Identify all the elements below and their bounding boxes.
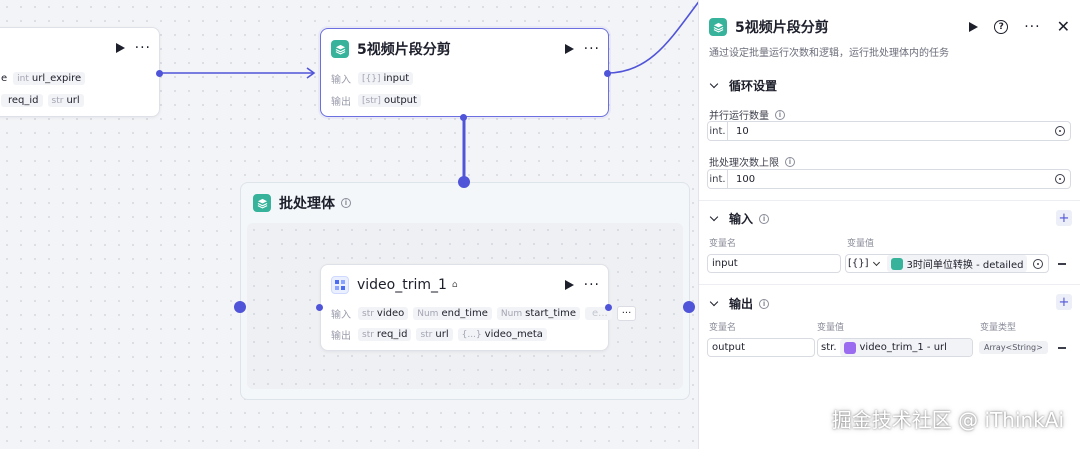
variable-icon[interactable] <box>1055 174 1065 184</box>
batch-top-port[interactable] <box>458 176 470 188</box>
batch-right-port[interactable] <box>683 301 695 313</box>
output-type-badge: Array<String> <box>979 341 1048 354</box>
properties-panel: 5视频片段分剪 ? ··· ✕ 通过设定批量运行次数和逻辑，运行批处理体内的任务… <box>698 0 1080 449</box>
add-input-button[interactable]: + <box>1056 210 1072 226</box>
overflow-button[interactable]: ··· <box>616 306 637 321</box>
info-icon[interactable]: i <box>775 109 785 120</box>
column-name: 变量名 <box>709 323 737 333</box>
output-tag: int url_expire <box>13 72 86 85</box>
trim-node-input-port[interactable] <box>316 304 323 311</box>
loop-node-output-port[interactable] <box>604 70 611 77</box>
help-icon[interactable]: ? <box>994 20 1009 34</box>
more-icon[interactable]: ··· <box>584 278 600 292</box>
code-icon <box>331 276 349 294</box>
chevron-down-icon <box>872 258 880 266</box>
remove-input-button[interactable] <box>1058 263 1066 265</box>
batch-left-port[interactable] <box>234 301 246 313</box>
input-var-value[interactable]: [{}] 3时间单位转换 - detailed <box>845 254 1049 273</box>
chevron-down-icon <box>709 79 719 89</box>
batch-title: 批处理体 <box>279 196 335 212</box>
info-icon[interactable]: i <box>759 213 770 224</box>
trim-node-output-port[interactable] <box>605 304 612 311</box>
more-icon[interactable]: ··· <box>584 42 600 56</box>
loop-node-output-row: 输出 [str] output <box>331 93 426 108</box>
workflow-canvas[interactable]: ··· e int url_expire req_id str url 5视频片段分… <box>0 0 700 449</box>
code-icon <box>843 341 856 354</box>
variable-reference[interactable]: 3时间单位转换 - detailed <box>886 255 1028 272</box>
divider <box>699 200 1080 201</box>
left-node-output-row-2: req_id str url <box>1 94 89 107</box>
variable-reference[interactable]: video_trim_1 - url <box>839 339 972 356</box>
divider <box>699 284 1080 285</box>
loop-node-title: 5视频片段分剪 <box>357 42 451 58</box>
trim-node-title: video_trim_1 <box>357 277 447 293</box>
variable-icon[interactable] <box>1033 258 1043 269</box>
left-node-output-port[interactable] <box>156 70 163 77</box>
input-tag: Num end_time <box>413 307 492 320</box>
close-icon[interactable]: ✕ <box>1057 19 1070 35</box>
parallel-count-input[interactable]: int. 10 <box>707 121 1071 141</box>
left-node[interactable]: ··· e int url_expire req_id str url <box>0 27 160 117</box>
input-tag: Num start_time <box>496 307 581 320</box>
chevron-down-icon <box>709 297 719 307</box>
loop-settings-header[interactable]: 循环设置 <box>709 77 1070 94</box>
variable-icon[interactable] <box>1055 126 1065 136</box>
type-select[interactable]: [{}] <box>848 258 883 269</box>
run-icon[interactable] <box>969 22 979 32</box>
remove-output-button[interactable] <box>1058 347 1066 349</box>
max-batch-input[interactable]: int. 100 <box>707 169 1071 189</box>
max-batch-label: 批处理次数上限 i <box>709 154 795 169</box>
output-var-name[interactable]: output <box>707 338 815 357</box>
output-tag: str req_id <box>358 328 412 341</box>
loop-icon <box>709 18 727 36</box>
column-value: 变量值 <box>847 239 875 249</box>
input-section-header[interactable]: 输入 i <box>709 210 1070 227</box>
input-tag: [{}] input <box>358 72 414 85</box>
output-tag: str url <box>416 328 453 341</box>
output-var-value[interactable]: str. video_trim_1 - url <box>817 338 973 357</box>
left-node-output-row-1: e int url_expire <box>1 72 90 85</box>
loop-node[interactable]: 5视频片段分剪 ··· 输入 [{}] input 输出 [str] output <box>320 28 609 117</box>
run-icon[interactable] <box>564 44 574 54</box>
info-icon[interactable]: i <box>785 156 795 167</box>
info-icon[interactable]: i <box>341 198 351 208</box>
loop-node-bottom-port[interactable] <box>460 114 467 121</box>
info-icon[interactable]: i <box>759 298 770 309</box>
add-output-button[interactable]: + <box>1056 294 1072 310</box>
output-section-header[interactable]: 输出 i <box>709 295 1070 312</box>
batch-icon <box>253 194 271 212</box>
output-tag: [str] output <box>358 94 421 107</box>
trim-node-output-row: 输出 str req_id str url {...} video_meta <box>331 327 552 342</box>
panel-description: 通过设定批量运行次数和逻辑，运行批处理体内的任务 <box>709 48 949 59</box>
watermark: 掘金技术社区 @ iThinkAi <box>831 408 1064 432</box>
input-var-name[interactable]: input <box>707 254 841 273</box>
input-tag: str video <box>358 307 409 320</box>
code-icon <box>890 257 903 270</box>
partial-label: e <box>1 73 8 84</box>
edge-arrow <box>306 67 316 79</box>
video-trim-node[interactable]: video_trim_1 ⌂ ··· 输入 str video Num end_ti… <box>320 264 637 351</box>
panel-title: 5视频片段分剪 <box>735 20 829 36</box>
more-icon[interactable]: ··· <box>135 41 151 55</box>
output-tag: {...} video_meta <box>457 328 547 341</box>
loop-node-input-row: 输入 [{}] input <box>331 71 418 86</box>
run-icon[interactable] <box>564 280 574 290</box>
parallel-label: 并行运行数量 i <box>709 107 785 122</box>
trim-node-input-row: 输入 str video Num end_time Num start_time e.… <box>331 306 641 321</box>
edge-loop-to-panel <box>606 0 700 74</box>
panel-header: 5视频片段分剪 ? ··· ✕ <box>709 16 1070 38</box>
column-value: 变量值 <box>817 323 845 333</box>
run-icon[interactable] <box>115 43 125 53</box>
column-name: 变量名 <box>709 239 737 249</box>
more-icon[interactable]: ··· <box>1024 20 1040 34</box>
output-tag: req_id <box>1 94 43 107</box>
badge-icon: ⌂ <box>451 280 458 290</box>
column-type: 变量类型 <box>980 323 1017 333</box>
chevron-down-icon <box>709 212 719 222</box>
loop-icon <box>331 40 349 58</box>
output-tag: str url <box>47 94 84 107</box>
